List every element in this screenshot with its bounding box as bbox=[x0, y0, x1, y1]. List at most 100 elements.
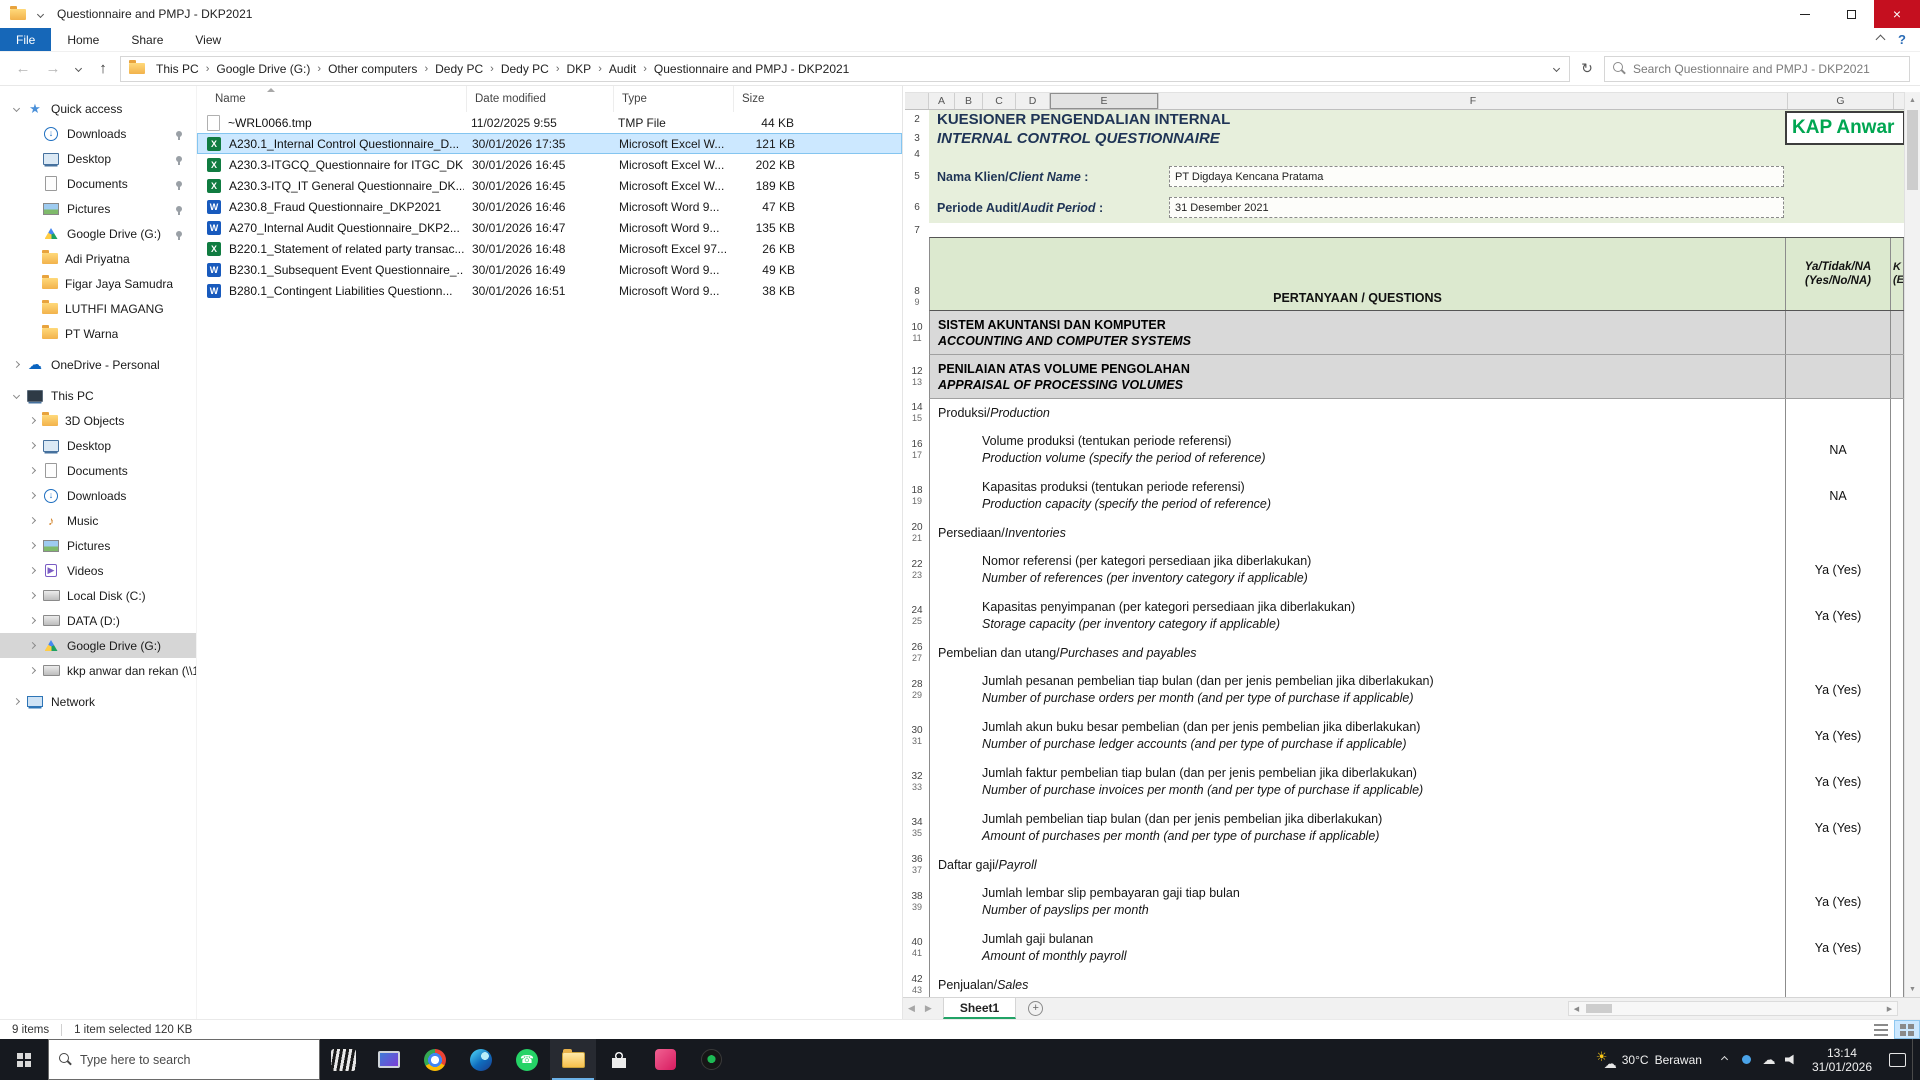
column-header-G[interactable]: G bbox=[1788, 93, 1894, 109]
row-number[interactable]: 1213 bbox=[905, 355, 929, 399]
chevron-right-icon[interactable] bbox=[13, 698, 20, 705]
chevron-right-icon[interactable] bbox=[29, 642, 36, 649]
action-center-icon[interactable] bbox=[1882, 1039, 1912, 1080]
taskbar-app-photos[interactable] bbox=[642, 1039, 688, 1080]
menu-tab-view[interactable]: View bbox=[179, 28, 237, 51]
taskbar-app-store[interactable] bbox=[596, 1039, 642, 1080]
column-header-date[interactable]: Date modified bbox=[466, 86, 613, 112]
row-number[interactable]: 4 bbox=[905, 148, 929, 161]
row-number[interactable]: 89 bbox=[905, 237, 929, 311]
explorer-search-input[interactable] bbox=[1633, 62, 1901, 76]
column-header-F[interactable]: F bbox=[1159, 93, 1788, 109]
hidden-icons-button[interactable] bbox=[1714, 1057, 1736, 1062]
chevron-right-icon[interactable] bbox=[29, 617, 36, 624]
file-row[interactable]: B220.1_Statement of related party transa… bbox=[197, 238, 902, 259]
sidebar-section-network[interactable]: Network bbox=[0, 689, 196, 714]
row-number[interactable]: 2021 bbox=[905, 519, 929, 547]
sidebar-item-local-disk-c[interactable]: Local Disk (C:) bbox=[0, 583, 196, 608]
chevron-right-icon[interactable] bbox=[29, 542, 36, 549]
start-button[interactable] bbox=[0, 1039, 48, 1080]
row-number[interactable]: 1617 bbox=[905, 427, 929, 473]
sidebar-item-downloads[interactable]: Downloads bbox=[0, 121, 196, 146]
prev-sheet-icon[interactable]: ◀ bbox=[903, 1003, 920, 1014]
row-number[interactable]: 2 bbox=[905, 110, 929, 129]
chevron-right-icon[interactable] bbox=[29, 442, 36, 449]
forward-button[interactable]: → bbox=[40, 56, 66, 82]
sidebar-item-luthfi-magang[interactable]: LUTHFI MAGANG bbox=[0, 296, 196, 321]
sidebar-item-adi-priyatna[interactable]: Adi Priyatna bbox=[0, 246, 196, 271]
maximize-button[interactable] bbox=[1828, 0, 1874, 28]
row-number[interactable]: 5 bbox=[905, 161, 929, 192]
menu-tab-file[interactable]: File bbox=[0, 28, 51, 51]
sidebar-item-documents[interactable]: Documents bbox=[0, 458, 196, 483]
sheet-tab[interactable]: Sheet1 bbox=[943, 998, 1016, 1019]
row-number[interactable]: 3435 bbox=[905, 805, 929, 851]
preview-vertical-scrollbar[interactable]: ▲ ▼ bbox=[1904, 92, 1920, 997]
row-number[interactable]: 1011 bbox=[905, 311, 929, 355]
breadcrumb-segment[interactable]: Dedy PC bbox=[494, 62, 556, 76]
bluetooth-icon[interactable] bbox=[1736, 1039, 1758, 1080]
column-header-name[interactable]: Name bbox=[197, 86, 466, 112]
refresh-icon[interactable]: ↻ bbox=[1574, 56, 1600, 82]
chevron-right-icon[interactable] bbox=[29, 517, 36, 524]
row-number[interactable]: 3839 bbox=[905, 879, 929, 925]
sidebar-section-this-pc[interactable]: This PC bbox=[0, 383, 196, 408]
sidebar-item-google-drive-g[interactable]: Google Drive (G:) bbox=[0, 633, 196, 658]
volume-icon[interactable] bbox=[1780, 1039, 1802, 1080]
row-number[interactable]: 3233 bbox=[905, 759, 929, 805]
explorer-search[interactable] bbox=[1604, 56, 1910, 82]
column-header-type[interactable]: Type bbox=[613, 86, 733, 112]
chevron-down-icon[interactable] bbox=[13, 105, 20, 112]
scroll-left-icon[interactable]: ◀ bbox=[1569, 1002, 1584, 1015]
row-number[interactable]: 2223 bbox=[905, 547, 929, 593]
row-number[interactable]: 7 bbox=[905, 223, 929, 237]
taskbar-app-spotify[interactable] bbox=[688, 1039, 734, 1080]
row-number[interactable]: 2425 bbox=[905, 593, 929, 639]
file-row[interactable]: B280.1_Contingent Liabilities Questionn.… bbox=[197, 280, 902, 301]
sidebar-section-onedrive-personal[interactable]: OneDrive - Personal bbox=[0, 352, 196, 377]
taskbar-app-chrome[interactable] bbox=[412, 1039, 458, 1080]
row-number[interactable]: 2627 bbox=[905, 639, 929, 667]
recent-locations-dropdown[interactable] bbox=[70, 56, 86, 82]
file-row[interactable]: A230.3-ITGCQ_Questionnaire for ITGC_DK..… bbox=[197, 154, 902, 175]
file-row[interactable]: A230.1_Internal Control Questionnaire_D.… bbox=[197, 133, 902, 154]
breadcrumb-segment[interactable]: DKP bbox=[560, 62, 599, 76]
taskbar-app-edge[interactable] bbox=[458, 1039, 504, 1080]
column-header-A[interactable]: A bbox=[929, 93, 955, 109]
back-button[interactable]: ← bbox=[10, 56, 36, 82]
taskbar-clock[interactable]: 13:14 31/01/2026 bbox=[1802, 1046, 1882, 1074]
row-number[interactable]: 3 bbox=[905, 129, 929, 148]
column-header-C[interactable]: C bbox=[983, 93, 1016, 109]
close-button[interactable]: × bbox=[1874, 0, 1920, 28]
sidebar-item-desktop[interactable]: Desktop bbox=[0, 433, 196, 458]
thumbnails-view-button[interactable] bbox=[1894, 1020, 1920, 1039]
file-row[interactable]: A230.3-ITQ_IT General Questionnaire_DK..… bbox=[197, 175, 902, 196]
column-header-D[interactable]: D bbox=[1016, 93, 1050, 109]
chevron-right-icon[interactable] bbox=[13, 361, 20, 368]
minimize-button[interactable] bbox=[1782, 0, 1828, 28]
address-dropdown-icon[interactable] bbox=[1553, 65, 1560, 72]
sidebar-item-pictures[interactable]: Pictures bbox=[0, 533, 196, 558]
chevron-right-icon[interactable] bbox=[29, 592, 36, 599]
row-number[interactable]: 4041 bbox=[905, 925, 929, 971]
chevron-right-icon[interactable] bbox=[29, 667, 36, 674]
breadcrumb-segment[interactable]: Dedy PC bbox=[428, 62, 490, 76]
hscroll-thumb[interactable] bbox=[1586, 1004, 1612, 1013]
onedrive-icon[interactable] bbox=[1758, 1039, 1780, 1080]
weather-widget[interactable]: 30°C Berawan bbox=[1584, 1051, 1714, 1069]
sidebar-section-quick-access[interactable]: Quick access bbox=[0, 96, 196, 121]
vscroll-thumb[interactable] bbox=[1907, 110, 1918, 190]
sidebar-item-google-drive-g[interactable]: Google Drive (G:) bbox=[0, 221, 196, 246]
taskbar-app-whatsapp[interactable] bbox=[504, 1039, 550, 1080]
column-header-B[interactable]: B bbox=[955, 93, 983, 109]
taskbar-search-input[interactable] bbox=[80, 1053, 309, 1067]
sidebar-item-pictures[interactable]: Pictures bbox=[0, 196, 196, 221]
scroll-down-icon[interactable]: ▼ bbox=[1905, 981, 1920, 997]
chevron-down-icon[interactable] bbox=[13, 392, 20, 399]
address-bar[interactable]: This PC›Google Drive (G:)›Other computer… bbox=[120, 56, 1570, 82]
breadcrumb-segment[interactable]: Audit bbox=[602, 62, 643, 76]
chevron-right-icon[interactable] bbox=[29, 467, 36, 474]
sidebar-item-desktop[interactable]: Desktop bbox=[0, 146, 196, 171]
sidebar-item-music[interactable]: Music bbox=[0, 508, 196, 533]
scroll-up-icon[interactable]: ▲ bbox=[1905, 92, 1920, 108]
